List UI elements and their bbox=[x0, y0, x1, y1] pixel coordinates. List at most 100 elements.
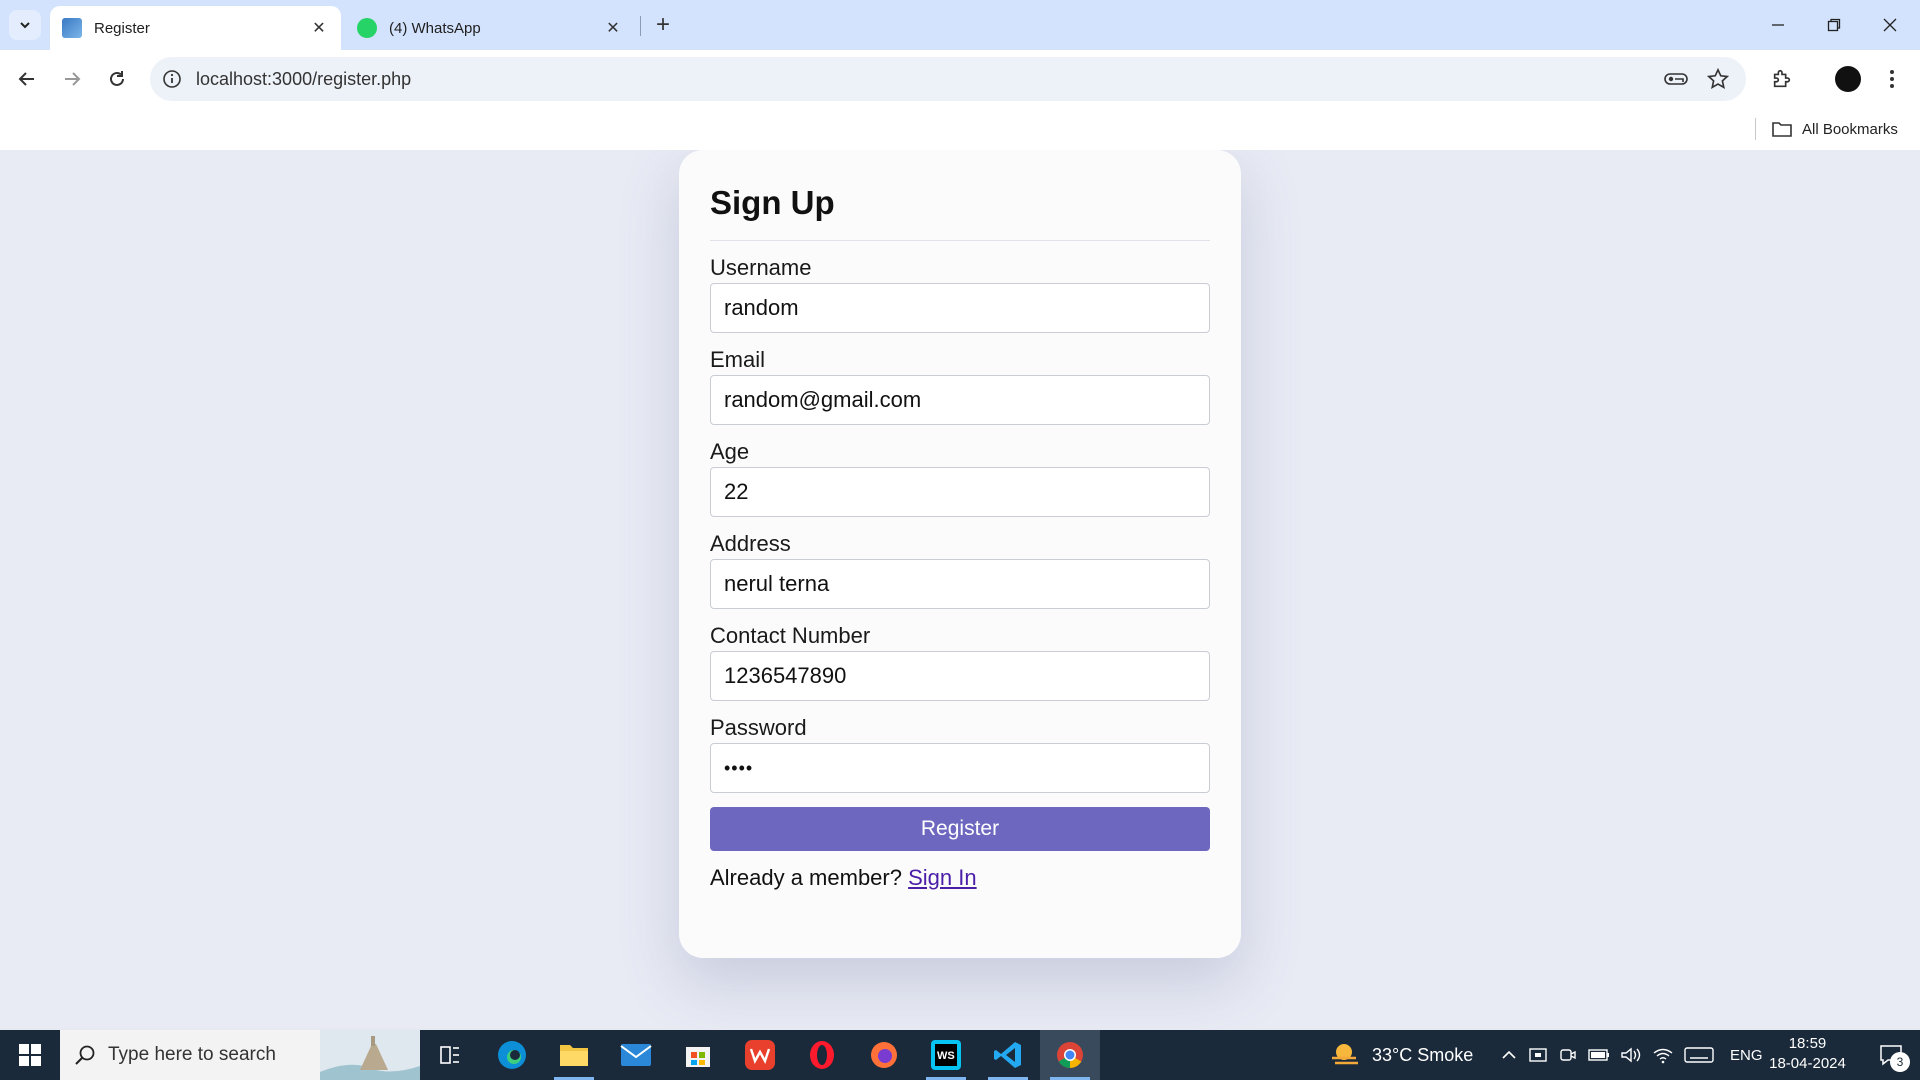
address-label: Address bbox=[710, 531, 791, 556]
weather-haze-icon bbox=[1332, 1044, 1358, 1065]
contact-number-input[interactable]: 1236547890 bbox=[710, 651, 1210, 701]
webstorm-app[interactable]: WS bbox=[916, 1030, 976, 1080]
email-input[interactable]: random@gmail.com bbox=[710, 375, 1210, 425]
windows-logo-icon bbox=[19, 1044, 41, 1066]
extensions-button[interactable] bbox=[1765, 62, 1799, 96]
chrome-app[interactable] bbox=[1040, 1030, 1100, 1080]
store-icon bbox=[686, 1047, 710, 1067]
page-content: Sign Up Username random Email random@gma… bbox=[0, 150, 1920, 1028]
search-placeholder: Type here to search bbox=[108, 1044, 276, 1065]
taskbar: Type here to search WS 33°C Smoke ENG 18… bbox=[0, 1030, 1920, 1080]
arrow-left-icon bbox=[18, 72, 34, 86]
reload-button[interactable] bbox=[100, 62, 134, 96]
browser-menu-button[interactable] bbox=[1875, 62, 1909, 96]
clock-time: 18:59 bbox=[1788, 1035, 1827, 1052]
contact-number-label: Contact Number bbox=[710, 623, 871, 648]
volume-icon[interactable] bbox=[1620, 1046, 1642, 1064]
back-button[interactable] bbox=[10, 62, 44, 96]
all-bookmarks-button[interactable]: All Bookmarks bbox=[1772, 116, 1898, 142]
weather-widget[interactable]: 33°C Smoke bbox=[1330, 1030, 1473, 1080]
browser-toolbar: localhost:3000/register.php bbox=[0, 50, 1920, 108]
wps-office-app[interactable] bbox=[730, 1030, 790, 1080]
device-icon[interactable] bbox=[1528, 1046, 1548, 1064]
edge-icon bbox=[498, 1041, 526, 1069]
notification-center-button[interactable]: 3 bbox=[1868, 1030, 1914, 1080]
username-input[interactable]: random bbox=[710, 283, 1210, 333]
battery-icon[interactable] bbox=[1588, 1048, 1610, 1062]
signin-prompt: Already a member? Sign In bbox=[710, 865, 1210, 891]
close-tab-icon[interactable]: ✕ bbox=[601, 16, 625, 40]
arrow-right-icon bbox=[65, 72, 81, 86]
webstorm-icon: WS bbox=[931, 1040, 961, 1070]
tab-divider bbox=[640, 16, 641, 36]
register-favicon-icon bbox=[62, 18, 82, 38]
restore-button[interactable] bbox=[1806, 0, 1862, 50]
folder-icon bbox=[1772, 122, 1792, 137]
start-button[interactable] bbox=[0, 1030, 60, 1080]
url-text[interactable]: localhost:3000/register.php bbox=[196, 69, 411, 90]
system-tray-icons: ENG bbox=[1500, 1030, 1763, 1080]
keyboard-icon[interactable] bbox=[1684, 1046, 1714, 1064]
clock-date: 18-04-2024 bbox=[1769, 1055, 1846, 1072]
page-title: Sign Up bbox=[710, 184, 835, 221]
tab-title: (4) WhatsApp bbox=[389, 19, 481, 37]
forward-button[interactable] bbox=[55, 62, 89, 96]
tab-whatsapp[interactable]: (4) WhatsApp ✕ bbox=[345, 6, 635, 50]
bookmark-star-icon[interactable] bbox=[1706, 67, 1730, 91]
wifi-icon[interactable] bbox=[1652, 1046, 1674, 1064]
site-info-icon[interactable] bbox=[160, 67, 184, 91]
bookmarks-divider bbox=[1755, 118, 1756, 140]
store-app[interactable] bbox=[668, 1030, 728, 1080]
mail-icon bbox=[620, 1044, 652, 1066]
register-button[interactable]: Register bbox=[710, 807, 1210, 851]
address-input[interactable]: nerul terna bbox=[710, 559, 1210, 609]
meet-now-icon[interactable] bbox=[1558, 1046, 1578, 1064]
profile-avatar[interactable] bbox=[1835, 66, 1861, 92]
whatsapp-icon bbox=[357, 18, 377, 38]
task-view-button[interactable] bbox=[420, 1030, 480, 1080]
minimize-icon bbox=[1772, 24, 1784, 26]
new-tab-button[interactable]: + bbox=[650, 11, 676, 38]
tab-register[interactable]: Register ✕ bbox=[50, 6, 341, 50]
opera-app[interactable] bbox=[792, 1030, 852, 1080]
close-window-button[interactable] bbox=[1862, 0, 1918, 50]
taskbar-search[interactable]: Type here to search bbox=[60, 1030, 420, 1080]
vscode-app[interactable] bbox=[978, 1030, 1038, 1080]
firefox-icon bbox=[871, 1042, 897, 1068]
puzzle-icon bbox=[1773, 69, 1791, 88]
signup-card: Sign Up Username random Email random@gma… bbox=[679, 150, 1241, 958]
tab-bar: Register ✕ (4) WhatsApp ✕ + bbox=[0, 0, 1920, 50]
member-text: Already a member? bbox=[710, 865, 902, 890]
search-icon bbox=[75, 1045, 95, 1065]
all-bookmarks-label: All Bookmarks bbox=[1802, 120, 1898, 138]
close-icon bbox=[1883, 18, 1897, 32]
restore-icon bbox=[1827, 18, 1841, 32]
tab-search-button[interactable] bbox=[9, 10, 41, 40]
password-key-icon[interactable] bbox=[1664, 67, 1688, 91]
age-label: Age bbox=[710, 439, 750, 464]
edge-app[interactable] bbox=[482, 1030, 542, 1080]
address-bar[interactable]: localhost:3000/register.php bbox=[150, 57, 1746, 101]
chevron-up-icon[interactable] bbox=[1500, 1046, 1518, 1064]
tab-title: Register bbox=[94, 19, 150, 37]
mail-app[interactable] bbox=[606, 1030, 666, 1080]
age-input[interactable]: 22 bbox=[710, 467, 1210, 517]
weather-text: 33°C Smoke bbox=[1372, 1044, 1474, 1065]
password-input[interactable]: •••• bbox=[710, 743, 1210, 793]
notification-badge: 3 bbox=[1890, 1052, 1910, 1072]
username-label: Username bbox=[710, 255, 812, 280]
system-clock[interactable]: 18:59 18-04-2024 bbox=[1760, 1034, 1855, 1074]
title-divider bbox=[710, 240, 1210, 241]
folder-icon bbox=[560, 1045, 588, 1066]
more-vertical-icon bbox=[1890, 70, 1894, 88]
file-explorer-app[interactable] bbox=[544, 1030, 604, 1080]
close-tab-icon[interactable]: ✕ bbox=[307, 16, 331, 40]
svg-text:WS: WS bbox=[937, 1050, 955, 1062]
language-indicator[interactable]: ENG bbox=[1730, 1047, 1763, 1064]
chevron-down-icon bbox=[20, 22, 30, 29]
signin-link[interactable]: Sign In bbox=[908, 865, 977, 890]
minimize-button[interactable] bbox=[1750, 0, 1806, 50]
reload-icon bbox=[110, 71, 124, 86]
firefox-app[interactable] bbox=[854, 1030, 914, 1080]
wps-icon bbox=[745, 1040, 775, 1070]
